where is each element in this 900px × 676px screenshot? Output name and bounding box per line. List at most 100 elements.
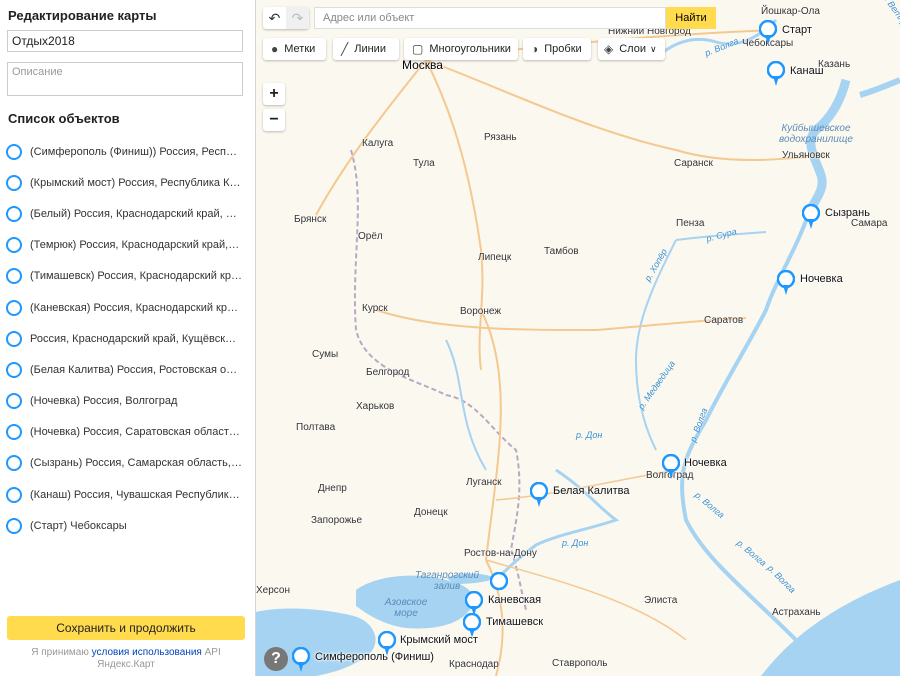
list-item-label: (Тимашевск) Россия, Краснодарский край, … — [30, 270, 242, 283]
redo-icon[interactable]: ↷ — [286, 7, 309, 29]
map-canvas[interactable]: Москва Нижний Новгород Йошкар-Ола Чебокс… — [256, 0, 900, 676]
river-label: р. Дон — [562, 538, 589, 548]
map-background — [256, 18, 900, 676]
traffic-label: Пробки — [544, 43, 582, 55]
object-radio[interactable] — [6, 517, 22, 534]
polygons-button[interactable]: ▢ Многоугольники — [404, 38, 518, 60]
object-radio[interactable] — [6, 237, 22, 254]
object-list: (Симферополь (Финиш)) Россия, Республика… — [0, 136, 256, 541]
placemarks-label: Метки — [284, 43, 316, 55]
terms-prefix: Я принимаю — [31, 647, 92, 658]
object-radio[interactable] — [6, 455, 22, 472]
placemarks-button[interactable]: ● Метки — [263, 38, 326, 60]
layers-button[interactable]: ◈ Слои ∨ — [598, 38, 665, 60]
city-label: Йошкар-Ола — [761, 6, 820, 17]
city-label: Курск — [362, 303, 388, 314]
marker-label: Ночевка — [800, 273, 843, 285]
river-label: р. Дон — [576, 430, 603, 440]
list-item[interactable]: Россия, Краснодарский край, Кущёвский ра… — [0, 323, 256, 354]
list-item-label: (Канаш) Россия, Чувашская Республика, Ка… — [30, 488, 242, 501]
object-radio[interactable] — [6, 361, 22, 378]
map-name-input[interactable] — [7, 30, 243, 52]
sidebar: Редактирование карты Список объектов (Си… — [0, 0, 256, 676]
object-radio[interactable] — [6, 174, 22, 191]
list-item[interactable]: (Темрюк) Россия, Краснодарский край, Тем… — [0, 230, 256, 261]
city-label: Донецк — [414, 507, 448, 518]
map-marker[interactable] — [777, 270, 795, 296]
list-item[interactable]: (Сызрань) Россия, Самарская область, Сыз… — [0, 448, 256, 479]
list-item-label: (Ночевка) Россия, Волгоград — [30, 395, 178, 408]
sea-label: Азовское море — [384, 597, 428, 619]
object-radio[interactable] — [6, 299, 22, 316]
list-item[interactable]: (Симферополь (Финиш)) Россия, Республика… — [0, 136, 256, 167]
polygons-label: Многоугольники — [429, 43, 511, 55]
lines-label: Линии — [354, 43, 386, 55]
description-field[interactable] — [7, 62, 243, 96]
list-item-label: (Каневская) Россия, Краснодарский край, … — [30, 301, 242, 314]
layers-icon: ◈ — [604, 42, 614, 56]
map-marker[interactable] — [530, 482, 548, 508]
city-label: Самара — [851, 218, 888, 229]
list-item[interactable]: (Ночевка) Россия, Саратовская область, Б… — [0, 417, 256, 448]
map-marker[interactable] — [767, 61, 785, 87]
object-radio[interactable] — [6, 486, 22, 503]
polygon-icon: ▢ — [412, 42, 424, 56]
map-marker[interactable] — [662, 454, 680, 480]
city-label: Астрахань — [772, 607, 821, 618]
city-label: Луганск — [466, 477, 502, 488]
map-marker[interactable] — [490, 572, 508, 598]
search-input[interactable] — [314, 7, 666, 29]
list-item[interactable]: (Белый) Россия, Краснодарский край, Темр… — [0, 198, 256, 229]
marker-label: Старт — [782, 24, 812, 36]
object-radio[interactable] — [6, 424, 22, 441]
terms-notice: Я принимаю условия использования API Янд… — [7, 647, 245, 671]
object-radio[interactable] — [6, 268, 22, 285]
city-label: Краснодар — [449, 659, 499, 670]
object-list-title: Список объектов — [8, 111, 120, 126]
lines-button[interactable]: ╱ Линии — [333, 38, 399, 60]
save-and-continue-button[interactable]: Сохранить и продолжить — [7, 616, 245, 640]
list-item[interactable]: (Каневская) Россия, Краснодарский край, … — [0, 292, 256, 323]
object-radio[interactable] — [6, 205, 22, 222]
undo-icon[interactable]: ↶ — [263, 10, 286, 27]
list-item[interactable]: (Тимашевск) Россия, Краснодарский край, … — [0, 261, 256, 292]
list-item[interactable]: (Ночевка) Россия, Волгоград — [0, 386, 256, 417]
list-item-label: (Крымский мост) Россия, Республика Крым,… — [30, 176, 242, 189]
list-item-label: (Сызрань) Россия, Самарская область, Сыз… — [30, 457, 242, 470]
city-label: Липецк — [478, 252, 512, 263]
map-marker[interactable] — [802, 204, 820, 230]
undo-redo-group: ↶ ↷ — [263, 7, 309, 29]
city-label: Пенза — [676, 218, 705, 229]
city-label: Харьков — [356, 401, 395, 412]
city-label: Воронеж — [460, 306, 502, 317]
marker-label: Канаш — [790, 65, 824, 77]
city-label: Рязань — [484, 132, 517, 143]
city-label: Ульяновск — [782, 150, 830, 161]
zoom-in-button[interactable]: + — [263, 83, 285, 105]
map-marker[interactable] — [759, 20, 777, 46]
marker-label: Симферополь (Финиш) — [315, 651, 434, 663]
object-radio[interactable] — [6, 330, 22, 347]
help-icon[interactable]: ? — [264, 647, 288, 671]
list-item[interactable]: (Канаш) Россия, Чувашская Республика, Ка… — [0, 479, 256, 510]
city-label: Сумы — [312, 349, 339, 360]
marker-label: Ночевка — [684, 457, 727, 469]
marker-label: Белая Калитва — [553, 485, 630, 497]
city-label: Ростов-на-Дону — [464, 548, 537, 559]
list-item[interactable]: (Белая Калитва) Россия, Ростовская облас… — [0, 354, 256, 385]
city-label: Запорожье — [311, 515, 363, 526]
marker-label: Сызрань — [825, 207, 870, 219]
traffic-button[interactable]: ◑ Пробки — [523, 38, 591, 60]
terms-link[interactable]: условия использования — [92, 647, 202, 658]
marker-label: Крымский мост — [400, 634, 478, 646]
object-radio[interactable] — [6, 143, 22, 160]
zoom-out-button[interactable]: − — [263, 109, 285, 131]
city-label: Орёл — [358, 231, 383, 242]
city-label: Тамбов — [544, 246, 579, 257]
list-item[interactable]: (Крымский мост) Россия, Республика Крым,… — [0, 167, 256, 198]
map-marker[interactable] — [292, 647, 310, 673]
list-item[interactable]: (Старт) Чебоксары — [0, 510, 256, 541]
search-button[interactable]: Найти — [666, 7, 716, 29]
object-radio[interactable] — [6, 393, 22, 410]
city-label: Москва — [402, 58, 443, 72]
